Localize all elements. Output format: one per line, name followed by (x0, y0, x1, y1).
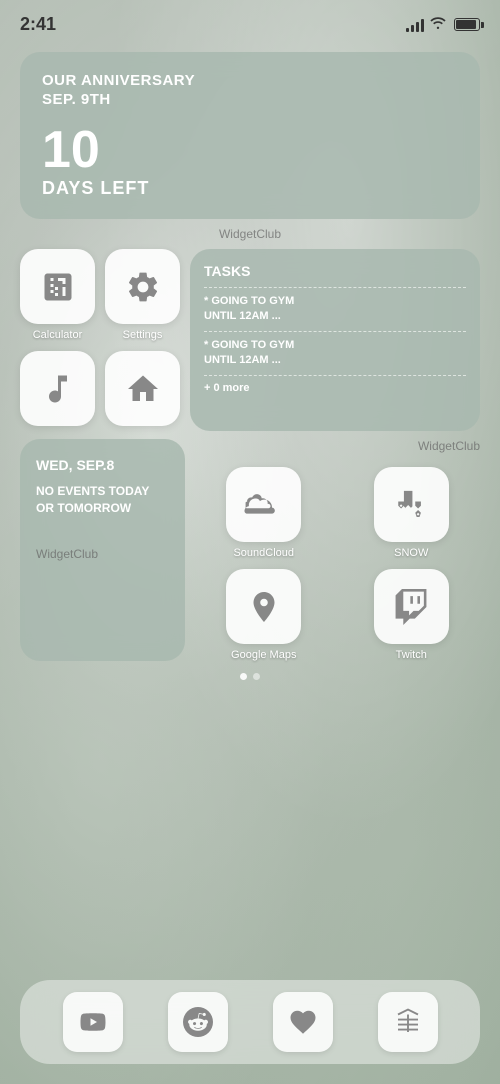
soundcloud-label: SoundCloud (233, 547, 294, 559)
youtube-icon (78, 1007, 108, 1037)
snow-svg (394, 488, 428, 522)
wifi-icon (430, 16, 446, 33)
status-bar: 2:41 (0, 0, 500, 44)
tasks-widget: Tasks * Going to GymUntil 12am ... * Goi… (190, 249, 480, 431)
soundcloud-svg (244, 492, 284, 518)
status-time: 2:41 (20, 14, 56, 35)
calendar-day: Wed, Sep.8 (36, 457, 169, 473)
music-svg (40, 371, 76, 407)
health-icon (288, 1007, 318, 1037)
apps-top-row: Calculator Settings (20, 249, 180, 341)
apps-left-column: Calculator Settings (20, 249, 180, 431)
health-dock-app[interactable] (273, 992, 333, 1052)
tasks-more: + 0 more (204, 382, 466, 394)
twitch-svg (393, 589, 429, 625)
widgetclub-label-2: WidgetClub (195, 439, 480, 453)
tasks-divider-3 (204, 375, 466, 376)
signal-icon (406, 18, 424, 32)
music-app[interactable] (20, 351, 95, 431)
reddit-dock-app[interactable] (168, 992, 228, 1052)
page-dot-2 (253, 673, 260, 680)
library-icon-bg (105, 351, 180, 426)
calculator-svg (40, 269, 76, 305)
calendar-desc: No events today or tomorrow (36, 483, 169, 517)
status-icons (406, 16, 480, 33)
page-indicator (20, 673, 480, 680)
apps-tasks-row: Calculator Settings (20, 249, 480, 431)
anniversary-widget: Our anniversary Sep. 9th 10 Days Left (20, 52, 480, 219)
calendar-widget: Wed, Sep.8 No events today or tomorrow W… (20, 439, 185, 661)
right-apps: WidgetClub SoundCloud (195, 439, 480, 661)
settings-app[interactable]: Settings (105, 249, 180, 341)
page-dot-1 (240, 673, 247, 680)
bottom-section: Wed, Sep.8 No events today or tomorrow W… (20, 439, 480, 661)
appstore-icon (393, 1007, 423, 1037)
days-label: Days Left (42, 178, 458, 199)
appstore-dock-app[interactable] (378, 992, 438, 1052)
calculator-icon-bg (20, 249, 95, 324)
snow-app[interactable]: SNOW (343, 467, 481, 559)
settings-icon-bg (105, 249, 180, 324)
widgetclub-label-3: WidgetClub (36, 547, 169, 561)
tasks-title: Tasks (204, 263, 466, 279)
twitch-icon-bg (374, 569, 449, 644)
soundcloud-app[interactable]: SoundCloud (195, 467, 333, 559)
googlemaps-svg (246, 589, 282, 625)
main-content: Our anniversary Sep. 9th 10 Days Left Wi… (0, 44, 500, 696)
music-icon-bg (20, 351, 95, 426)
twitch-app[interactable]: Twitch (343, 569, 481, 661)
tasks-divider-2 (204, 331, 466, 332)
anniversary-date: Sep. 9th (42, 91, 458, 108)
tasks-divider-1 (204, 287, 466, 288)
settings-svg (125, 269, 161, 305)
soundcloud-icon-bg (226, 467, 301, 542)
calculator-app[interactable]: Calculator (20, 249, 95, 341)
googlemaps-label: Google Maps (231, 649, 296, 661)
days-number: 10 (42, 124, 458, 176)
reddit-icon (183, 1007, 213, 1037)
bottom-apps-grid: SoundCloud SNOW (195, 467, 480, 661)
googlemaps-app[interactable]: Google Maps (195, 569, 333, 661)
battery-icon (454, 18, 480, 31)
widgetclub-label-1: WidgetClub (20, 227, 480, 241)
apps-bottom-row (20, 351, 180, 431)
googlemaps-icon-bg (226, 569, 301, 644)
library-app[interactable] (105, 351, 180, 431)
library-svg (125, 371, 161, 407)
snow-label: SNOW (394, 547, 428, 559)
task-item-2: * Going to GymUntil 12am ... (204, 338, 466, 369)
snow-icon-bg (374, 467, 449, 542)
task-item-1: * Going to GymUntil 12am ... (204, 294, 466, 325)
dock (20, 980, 480, 1064)
twitch-label: Twitch (396, 649, 427, 661)
youtube-dock-app[interactable] (63, 992, 123, 1052)
calculator-label: Calculator (33, 329, 83, 341)
anniversary-title: Our anniversary (42, 72, 458, 89)
settings-label: Settings (123, 329, 163, 341)
